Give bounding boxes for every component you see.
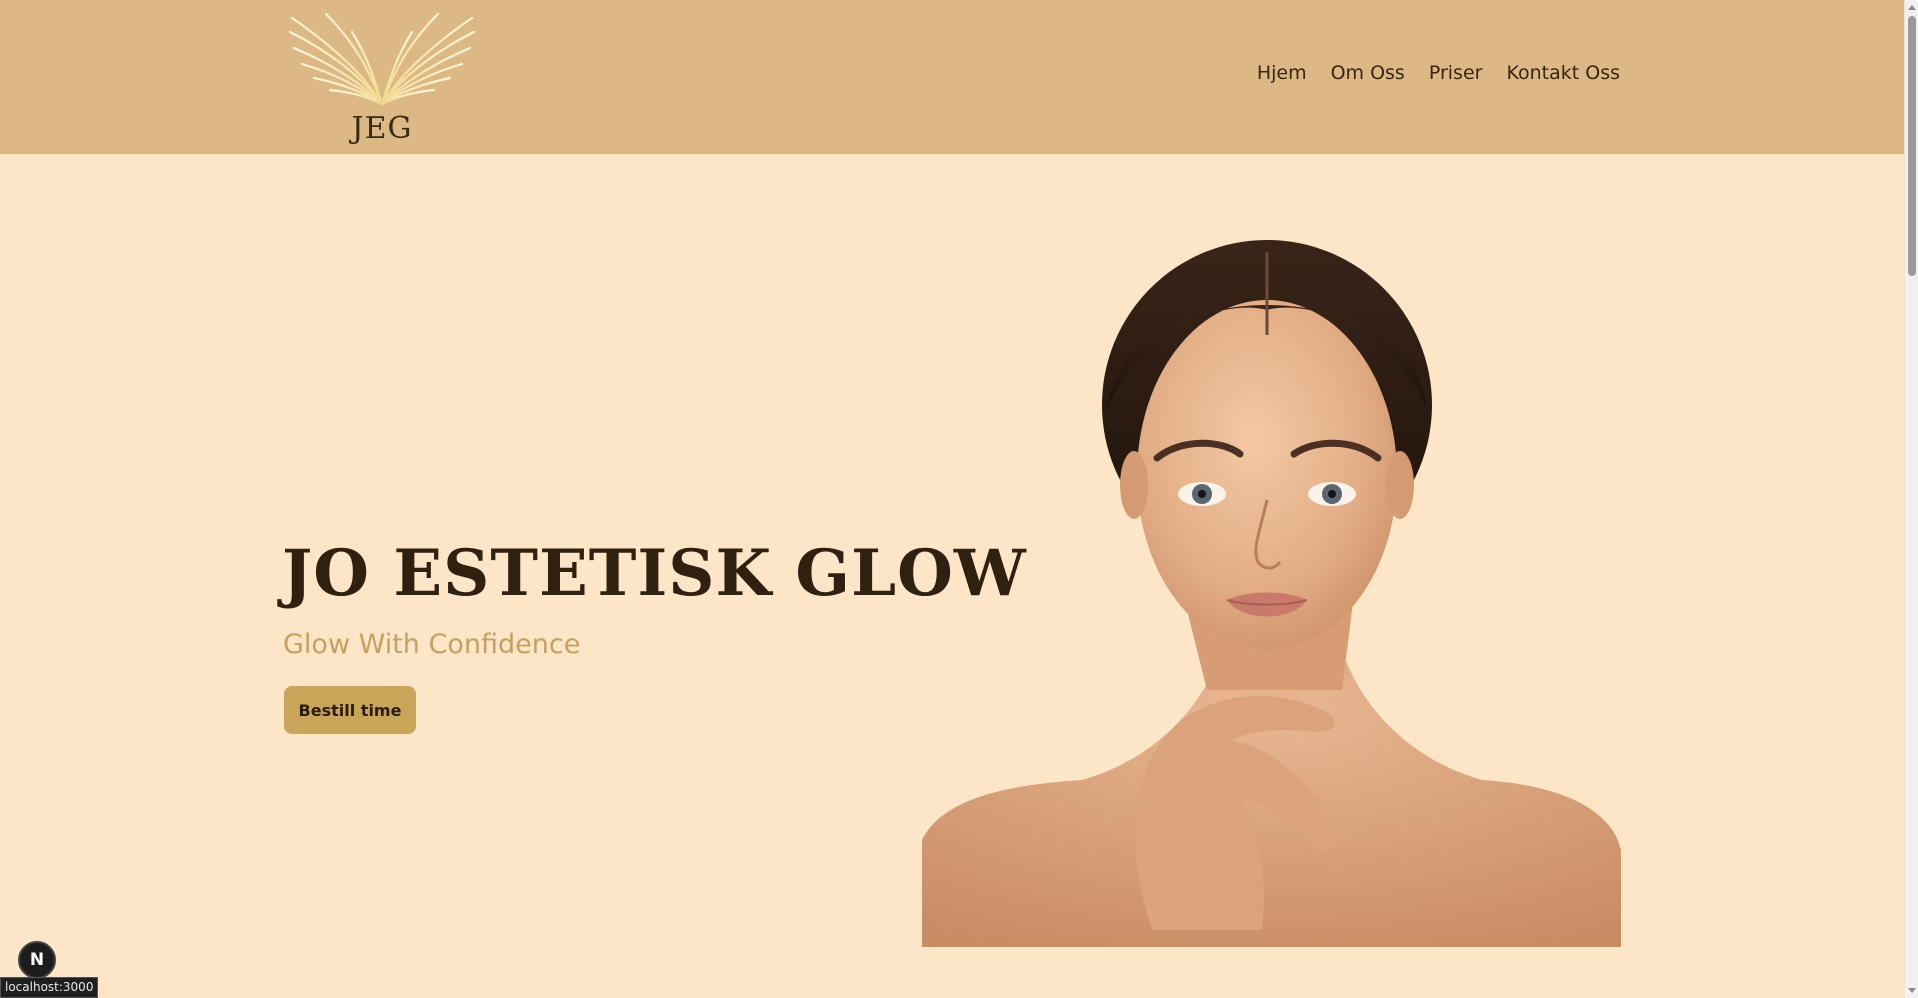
hero-title: JO ESTETISK GLOW xyxy=(282,536,1027,611)
hero-portrait-image xyxy=(922,240,1621,947)
wings-logo-icon xyxy=(288,12,476,106)
page: JEG Hjem Om Oss Priser Kontakt Oss JO ES… xyxy=(0,0,1904,998)
scrollbar-thumb[interactable] xyxy=(1908,16,1916,276)
page-scrollbar[interactable] xyxy=(1904,0,1918,998)
site-logo[interactable]: JEG xyxy=(286,8,478,148)
scroll-down-arrow-icon[interactable] xyxy=(1908,988,1916,993)
site-header: JEG Hjem Om Oss Priser Kontakt Oss xyxy=(0,0,1904,154)
main-nav: Hjem Om Oss Priser Kontakt Oss xyxy=(1257,62,1620,84)
nav-link-hjem[interactable]: Hjem xyxy=(1257,62,1307,84)
book-appointment-button[interactable]: Bestill time xyxy=(284,686,416,734)
nav-link-kontakt-oss[interactable]: Kontakt Oss xyxy=(1506,62,1620,84)
hero-subtitle: Glow With Confidence xyxy=(283,629,581,660)
dev-tools-badge[interactable]: N xyxy=(18,941,56,979)
nav-link-om-oss[interactable]: Om Oss xyxy=(1331,62,1405,84)
scroll-up-arrow-icon[interactable] xyxy=(1908,5,1916,10)
logo-text: JEG xyxy=(351,111,413,146)
nav-link-priser[interactable]: Priser xyxy=(1429,62,1483,84)
status-bar-url: localhost:3000 xyxy=(0,977,99,998)
